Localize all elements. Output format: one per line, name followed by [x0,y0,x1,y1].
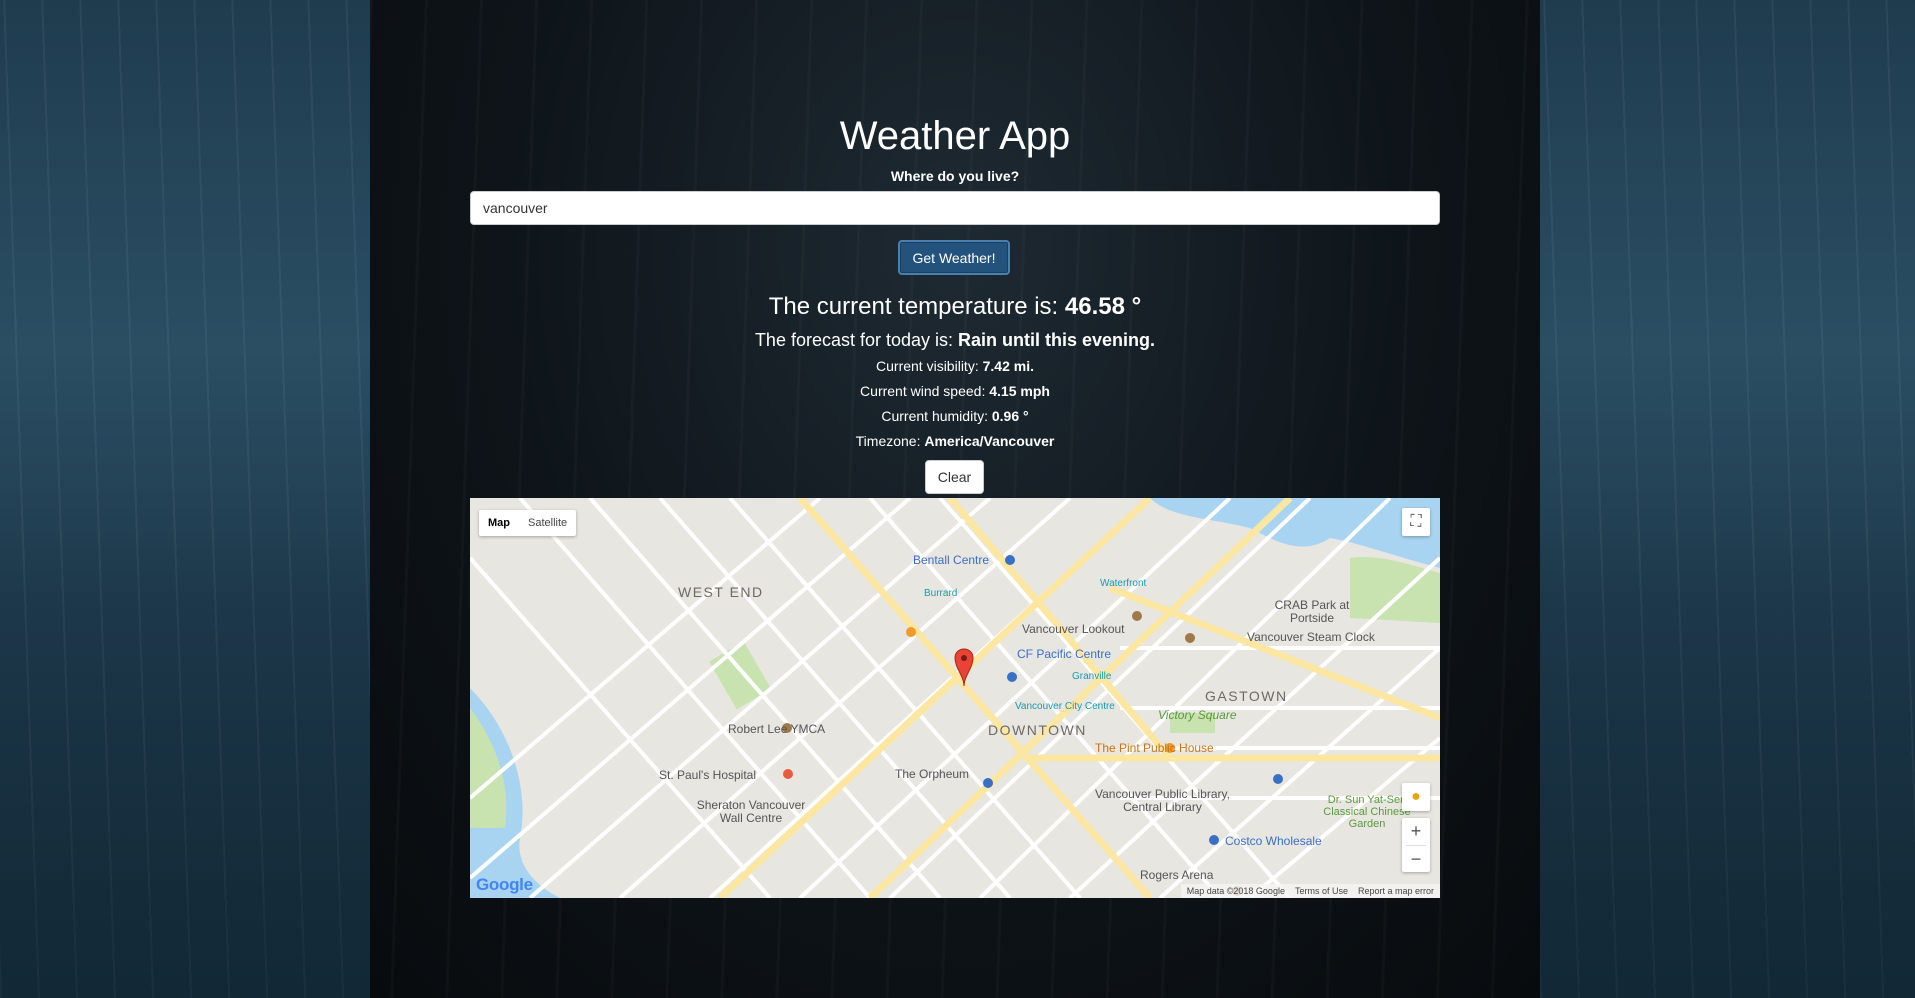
report-map-error-link[interactable]: Report a map error [1358,884,1434,898]
timezone-value: America/Vancouver [924,433,1055,449]
fullscreen-icon[interactable]: ⛶ [1402,508,1430,536]
map-type-map[interactable]: Map [479,510,519,536]
map-type-satellite[interactable]: Satellite [519,510,576,536]
background-rain-right [1540,0,1915,998]
map-label-steam-clock: Vancouver Steam Clock [1247,630,1375,644]
map-attribution: Map data ©2018 Google Terms of Use Repor… [1180,884,1440,898]
humidity-label: Current humidity: [881,408,992,424]
zoom-out-button[interactable]: − [1402,846,1430,873]
city-input[interactable] [470,191,1440,225]
map-label-west-end: WEST END [678,584,764,600]
map-label-gastown: GASTOWN [1205,688,1288,704]
zoom-in-button[interactable]: + [1402,818,1430,845]
map-label-sheraton: Sheraton Vancouver Wall Centre [696,798,806,825]
map-label-pacific-centre: CF Pacific Centre [1017,647,1112,661]
humidity-line: Current humidity: 0.96 ° [370,408,1540,424]
map-label-ymca: Robert Lee YMCA [728,722,826,736]
map-label-waterfront: Waterfront [1100,578,1147,589]
visibility-line: Current visibility: 7.42 mi. [370,358,1540,374]
humidity-value: 0.96 ° [991,408,1029,424]
map-label-costco: Costco Wholesale [1225,834,1322,848]
google-logo: Google [476,875,533,894]
timezone-label: Timezone: [855,433,925,449]
map-label-city-centre-station: Vancouver City Centre [1015,701,1115,712]
map-label-burrard: Burrard [924,588,958,599]
map-label-downtown: DOWNTOWN [988,722,1087,738]
forecast-label: The forecast for today is: [754,330,959,350]
temperature-line: The current temperature is: 46.58 ° [370,293,1540,321]
map-label-pint: The Pint Public House [1095,741,1214,755]
pegman-icon[interactable]: ● [1402,783,1430,811]
map-label-orpheum: The Orpheum [895,767,970,781]
wind-label: Current wind speed: [860,383,990,399]
map-label-victory-square: Victory Square [1158,708,1237,722]
forecast-line: The forecast for today is: Rain until th… [370,330,1540,351]
main-panel: Weather App Where do you live? Get Weath… [370,0,1540,998]
temperature-label: The current temperature is: [768,293,1065,320]
map-type-control: Map Satellite [479,510,577,536]
map-label-crab-park: CRAB Park at Portside [1274,598,1350,625]
map-label-granville-station: Granville [1072,671,1112,682]
zoom-control: + − [1402,818,1430,872]
map-data-credit: Map data ©2018 Google [1186,886,1285,896]
visibility-value: 7.42 mi. [982,358,1034,374]
get-weather-button[interactable]: Get Weather! [898,240,1010,275]
terms-of-use-link[interactable]: Terms of Use [1295,884,1348,898]
temperature-value: 46.58 ° [1064,293,1142,320]
visibility-label: Current visibility: [876,358,983,374]
wind-line: Current wind speed: 4.15 mph [370,383,1540,399]
map-label-sun-yat-sen: Dr. Sun Yat-Sen Classical Chinese Garden [1323,794,1411,830]
map-embed[interactable]: WEST END DOWNTOWN GASTOWN Bentall Centre… [470,498,1440,898]
map-label-rogers-arena: Rogers Arena [1140,868,1214,882]
map-label-lookout: Vancouver Lookout [1022,622,1125,636]
wind-value: 4.15 mph [989,383,1050,399]
forecast-value: Rain until this evening. [958,330,1156,350]
page-title: Weather App [839,114,1071,158]
map-label-st-pauls: St. Paul's Hospital [659,768,757,782]
background-rain-left [0,0,370,998]
map-label-bentall: Bentall Centre [913,553,990,567]
timezone-line: Timezone: America/Vancouver [370,433,1540,449]
clear-button[interactable]: Clear [925,460,984,494]
map-label-library: Vancouver Public Library, Central Librar… [1095,787,1230,814]
location-prompt: Where do you live? [890,168,1020,184]
